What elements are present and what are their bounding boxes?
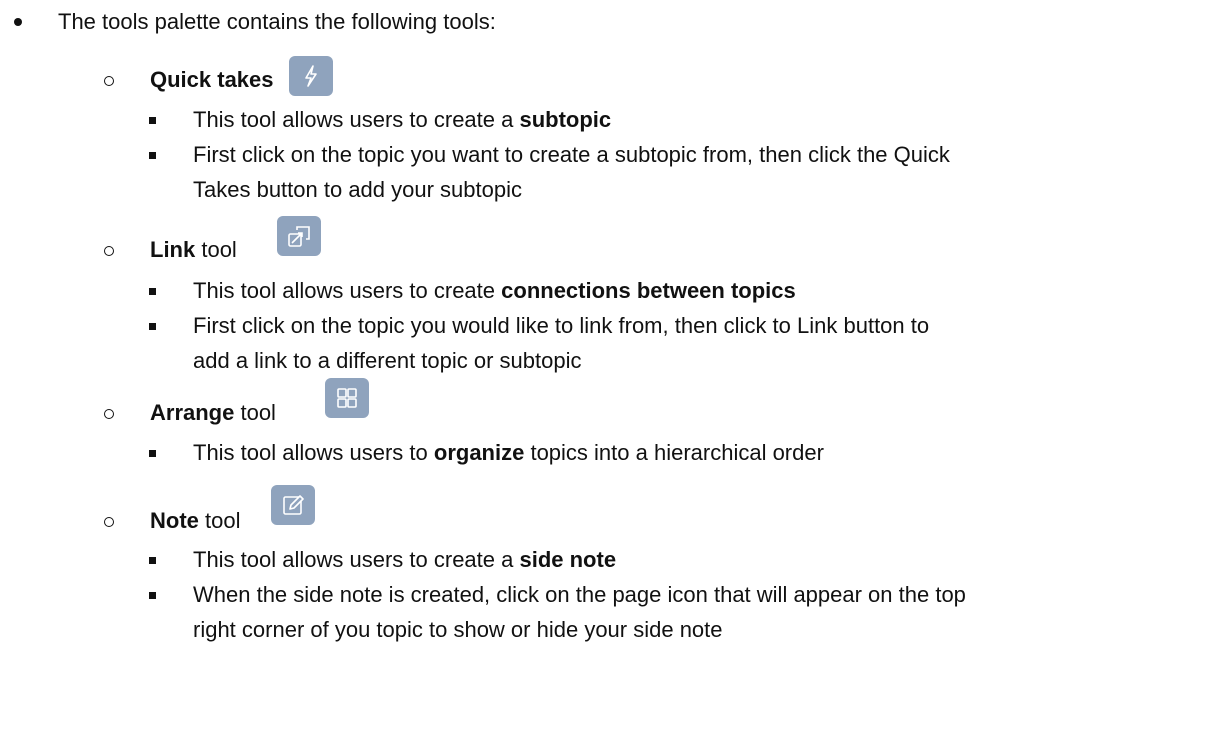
lightning-icon xyxy=(305,65,317,87)
note-edit-icon xyxy=(283,495,304,515)
text: This tool allows users to create a xyxy=(193,547,520,572)
text: topics into a hierarchical order xyxy=(524,440,824,465)
tool-suffix: tool xyxy=(234,400,276,425)
bullet-square xyxy=(149,288,156,295)
bullet xyxy=(14,18,22,26)
bullet-square xyxy=(149,592,156,599)
tool-name: Link xyxy=(150,237,196,262)
tool-name: Note xyxy=(150,508,199,533)
instruction-line: When the side note is created, click on … xyxy=(193,582,966,607)
link-icon xyxy=(288,226,310,247)
grid-icon xyxy=(337,388,357,408)
link-button[interactable] xyxy=(277,216,321,256)
instruction-line: First click on the topic you want to cre… xyxy=(193,142,950,167)
bold-text: organize xyxy=(433,440,525,465)
tool-heading-link: Link tool xyxy=(150,234,237,266)
tool-suffix: tool xyxy=(198,508,241,533)
tool-description: This tool allows users to create a side … xyxy=(193,544,616,576)
tool-description: This tool allows users to create a subto… xyxy=(193,104,611,136)
tool-name: Arrange xyxy=(150,400,235,425)
intro-text: The tools palette contains the following… xyxy=(58,9,496,34)
bold-text: connections between topics xyxy=(501,278,796,303)
tool-heading-quick-takes: Quick takes xyxy=(150,64,274,96)
bullet-circle xyxy=(104,76,114,86)
instruction-line: right corner of you topic to show or hid… xyxy=(193,617,723,642)
bullet-square xyxy=(149,450,156,457)
bullet-circle xyxy=(104,517,114,527)
text: This tool allows users to create a xyxy=(193,107,520,132)
bullet-square xyxy=(149,152,156,159)
bullet-square xyxy=(149,323,156,330)
tool-description: This tool allows users to create connect… xyxy=(193,275,796,307)
tool-heading-note: Note tool xyxy=(150,505,240,537)
instruction-line: add a link to a different topic or subto… xyxy=(193,348,582,373)
tool-suffix: tool xyxy=(195,237,237,262)
quick-takes-button[interactable] xyxy=(289,56,333,96)
instruction-line: First click on the topic you would like … xyxy=(193,313,930,338)
bullet-square xyxy=(149,117,156,124)
bold-text: subtopic xyxy=(519,107,612,132)
document-page: The tools palette contains the following… xyxy=(0,0,1213,735)
arrange-button[interactable] xyxy=(325,378,369,418)
tool-description: This tool allows users to organize topic… xyxy=(193,437,824,469)
bullet-circle xyxy=(104,409,114,419)
text: This tool allows users to create xyxy=(193,278,502,303)
instruction-line: Takes button to add your subtopic xyxy=(193,177,522,202)
bullet-circle xyxy=(104,246,114,256)
note-button[interactable] xyxy=(271,485,315,525)
bold-text: side note xyxy=(519,547,617,572)
text: This tool allows users to xyxy=(193,440,434,465)
bullet-square xyxy=(149,557,156,564)
tool-name: Quick takes xyxy=(150,67,274,92)
tool-heading-arrange: Arrange tool xyxy=(150,397,276,429)
